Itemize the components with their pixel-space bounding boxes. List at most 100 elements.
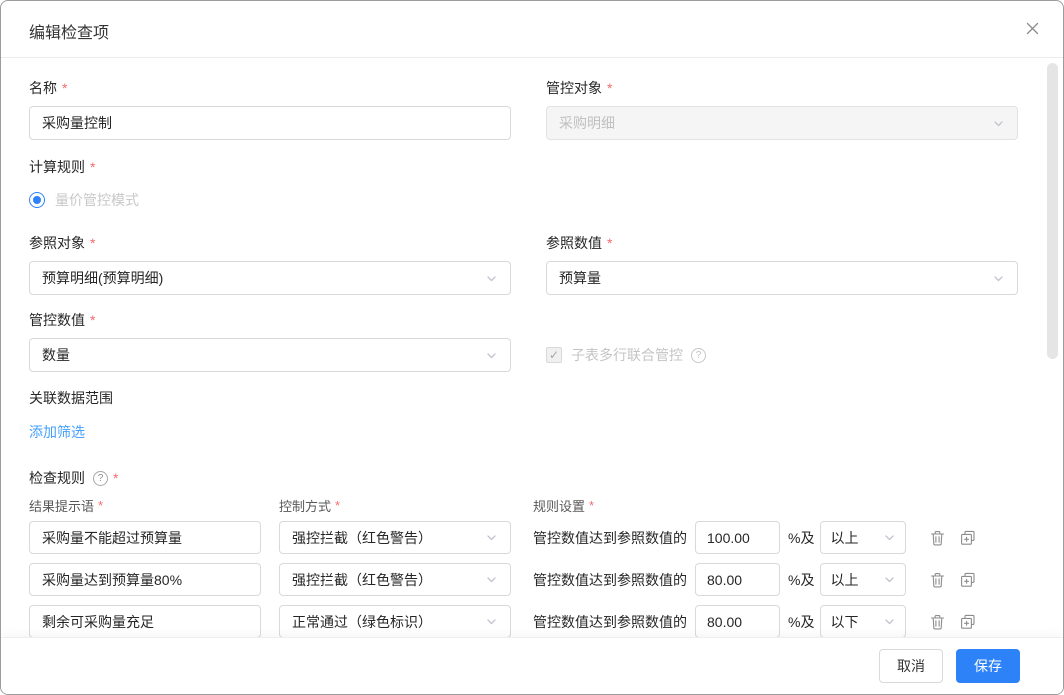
ref-value-label-text: 参照数值 xyxy=(546,233,602,253)
ref-object-label-text: 参照对象 xyxy=(29,233,85,253)
rule-percent-input[interactable] xyxy=(695,605,780,638)
required-asterisk: * xyxy=(88,235,95,251)
rule-bound-select[interactable]: 以上 xyxy=(820,563,906,596)
dialog-title: 编辑检查项 xyxy=(29,19,1035,43)
close-icon xyxy=(1024,20,1041,37)
delete-rule-button[interactable] xyxy=(930,614,945,630)
save-button[interactable]: 保存 xyxy=(956,649,1020,683)
rule-setting-prefix: 管控数值达到参照数值的 xyxy=(533,528,687,548)
rule-bound-value: 以下 xyxy=(830,612,858,632)
chevron-down-icon xyxy=(485,615,498,628)
required-asterisk: * xyxy=(333,498,340,513)
trash-icon xyxy=(930,572,945,588)
required-asterisk: * xyxy=(60,80,67,96)
ref-object-select[interactable]: 预算明细(预算明细) xyxy=(29,261,511,295)
required-asterisk: * xyxy=(96,498,103,513)
ref-value-select[interactable]: 预算量 xyxy=(546,261,1018,295)
dialog-header: 编辑检查项 xyxy=(1,1,1063,58)
rule-row: 正常通过（绿色标识） 管控数值达到参照数值的 %及 以下 xyxy=(29,605,1035,638)
required-asterisk: * xyxy=(605,80,612,96)
checkbox-checked-icon: ✓ xyxy=(546,347,562,363)
edit-check-item-dialog: 编辑检查项 名称* 管控对象* 采购明细 xyxy=(0,0,1064,695)
rule-bound-select[interactable]: 以下 xyxy=(820,605,906,638)
chevron-down-icon xyxy=(485,573,498,586)
control-value-value: 数量 xyxy=(42,345,70,365)
delete-rule-button[interactable] xyxy=(930,530,945,546)
dialog-footer: 取消 保存 xyxy=(1,637,1063,694)
add-filter-link[interactable]: 添加筛选 xyxy=(29,422,85,442)
required-asterisk: * xyxy=(88,159,95,175)
control-object-label: 管控对象* xyxy=(546,78,1018,98)
control-object-value: 采购明细 xyxy=(559,113,615,133)
help-icon: ? xyxy=(691,348,706,363)
trash-icon xyxy=(930,614,945,630)
dialog-body: 名称* 管控对象* 采购明细 计算规则* 量价管控模式 xyxy=(1,78,1063,638)
chevron-down-icon xyxy=(992,272,1005,285)
data-range-label: 关联数据范围 xyxy=(29,388,1035,408)
rule-bound-select[interactable]: 以上 xyxy=(820,521,906,554)
rule-mode-select[interactable]: 正常通过（绿色标识） xyxy=(279,605,511,638)
rule-percent-input[interactable] xyxy=(695,563,780,596)
copy-plus-icon xyxy=(960,572,976,588)
copy-add-rule-button[interactable] xyxy=(960,572,976,588)
ref-value-label: 参照数值* xyxy=(546,233,1018,253)
chevron-down-icon xyxy=(883,573,896,586)
chevron-down-icon xyxy=(485,349,498,362)
chevron-down-icon xyxy=(883,615,896,628)
copy-add-rule-button[interactable] xyxy=(960,530,976,546)
rule-setting-prefix: 管控数值达到参照数值的 xyxy=(533,612,687,632)
chevron-down-icon xyxy=(883,531,896,544)
ref-object-label: 参照对象* xyxy=(29,233,511,253)
control-value-label: 管控数值* xyxy=(29,310,1035,330)
control-value-select[interactable]: 数量 xyxy=(29,338,511,372)
trash-icon xyxy=(930,530,945,546)
copy-plus-icon xyxy=(960,614,976,630)
rule-mode-select[interactable]: 强控拦截（红色警告） xyxy=(279,563,511,596)
check-rules-label-text: 检查规则 xyxy=(29,468,85,488)
cancel-button[interactable]: 取消 xyxy=(879,649,943,683)
calc-rule-label-text: 计算规则 xyxy=(29,157,85,177)
rule-bound-value: 以上 xyxy=(830,570,858,590)
rule-setting-prefix: 管控数值达到参照数值的 xyxy=(533,570,687,590)
rule-percent-input[interactable] xyxy=(695,521,780,554)
rule-bound-value: 以上 xyxy=(830,528,858,548)
rules-header-setting: 规则设置* xyxy=(533,496,594,514)
ref-value-value: 预算量 xyxy=(559,268,601,288)
chevron-down-icon xyxy=(992,117,1005,130)
chevron-down-icon xyxy=(485,531,498,544)
joint-control-label: 子表多行联合管控 xyxy=(571,345,683,365)
required-asterisk: * xyxy=(88,312,95,328)
copy-plus-icon xyxy=(960,530,976,546)
rule-setting-suffix: %及 xyxy=(788,528,814,548)
vertical-scrollbar-thumb[interactable] xyxy=(1047,63,1058,359)
help-icon: ? xyxy=(93,471,108,486)
name-label: 名称* xyxy=(29,78,511,98)
required-asterisk: * xyxy=(605,235,612,251)
calc-rule-label: 计算规则* xyxy=(29,157,1035,177)
check-rules-label: 检查规则 ? * xyxy=(29,468,1035,488)
rule-prompt-input[interactable] xyxy=(29,521,261,554)
rule-mode-value: 强控拦截（红色警告） xyxy=(292,528,432,548)
rule-mode-select[interactable]: 强控拦截（红色警告） xyxy=(279,521,511,554)
close-button[interactable] xyxy=(1021,17,1043,39)
rule-setting-suffix: %及 xyxy=(788,570,814,590)
rule-mode-value: 强控拦截（红色警告） xyxy=(292,570,432,590)
name-label-text: 名称 xyxy=(29,78,57,98)
required-asterisk: * xyxy=(587,498,594,513)
rule-prompt-input[interactable] xyxy=(29,563,261,596)
copy-add-rule-button[interactable] xyxy=(960,614,976,630)
radio-checked-icon xyxy=(29,192,45,208)
calc-rule-radio-label: 量价管控模式 xyxy=(55,190,139,210)
rules-header-mode: 控制方式* xyxy=(279,496,533,514)
control-object-label-text: 管控对象 xyxy=(546,78,602,98)
rule-prompt-input[interactable] xyxy=(29,605,261,638)
joint-control-checkbox-row: ✓ 子表多行联合管控 ? xyxy=(546,345,1018,365)
calc-rule-radio-row: 量价管控模式 xyxy=(29,189,1035,211)
delete-rule-button[interactable] xyxy=(930,572,945,588)
name-input[interactable] xyxy=(29,106,511,140)
rule-mode-value: 正常通过（绿色标识） xyxy=(292,612,432,632)
control-object-select: 采购明细 xyxy=(546,106,1018,140)
rules-header-prompt: 结果提示语* xyxy=(29,496,279,514)
chevron-down-icon xyxy=(485,272,498,285)
rule-row: 强控拦截（红色警告） 管控数值达到参照数值的 %及 以上 xyxy=(29,563,1035,596)
